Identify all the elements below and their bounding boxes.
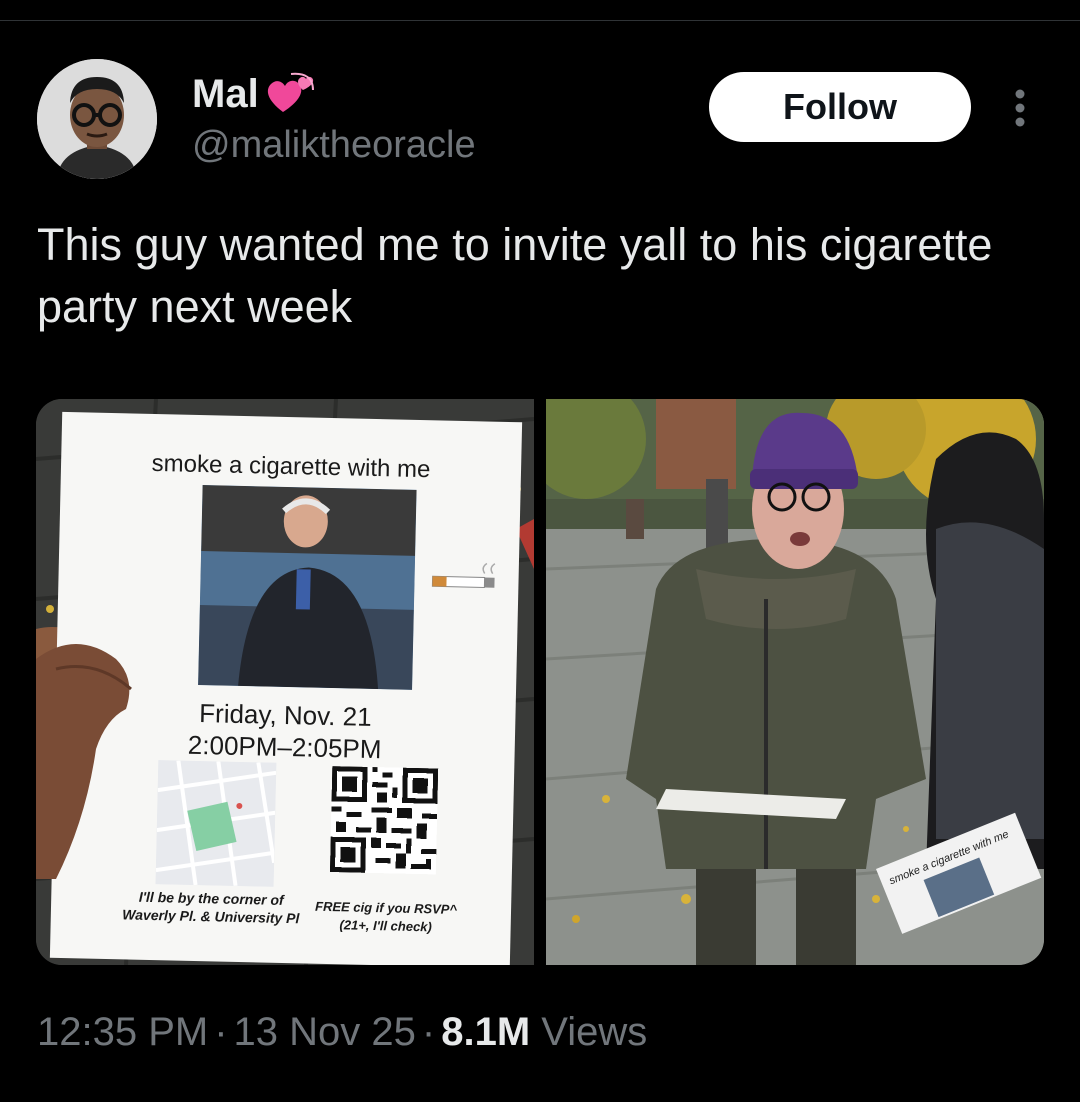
flyer-location: I'll be by the corner of Waverly Pl. & U… [111,887,312,928]
flyer-rsvp-line1: FREE cig if you RSVP^ [314,898,458,917]
tweet-date[interactable]: 13 Nov 25 [234,1010,416,1054]
author-avatar[interactable] [37,59,157,179]
media-photo-flyer[interactable]: smoke a cigarette with me Friday, Nov. 2… [36,399,534,965]
flyer-rsvp-line2: (21+, I'll check) [339,917,433,935]
more-options-icon[interactable] [1004,86,1036,130]
flyer-location-line2: Waverly Pl. & University Pl [122,906,300,927]
map-graphic [155,760,277,887]
author-name-row: Mal [192,66,317,122]
cigarette-icon [431,562,496,588]
tweet-metadata: 12:35 PM · 13 Nov 25 · 8.1M Views [37,1010,647,1055]
avatar-portrait [37,59,157,179]
holding-hand [36,644,132,879]
tweet-time[interactable]: 12:35 PM [37,1010,208,1054]
park-scene: smoke a cigarette with me [546,399,1044,965]
tweet-text: This guy wanted me to invite yall to his… [37,219,993,332]
tweet-media: smoke a cigarette with me Friday, Nov. 2… [36,399,1044,965]
meta-separator: · [214,1010,228,1054]
flyer-rsvp: FREE cig if you RSVP^ (21+, I'll check) [310,898,461,937]
views-count[interactable]: 8.1M [441,1010,530,1054]
qr-code [329,766,439,875]
views-label[interactable]: Views [541,1010,647,1054]
flyer-photo [198,485,417,690]
meta-separator: · [421,1010,436,1054]
revolving-hearts-icon [267,72,314,112]
author-handle[interactable]: @maliktheoracle [192,124,476,167]
author-display-name[interactable]: Mal [192,72,259,117]
top-divider [0,20,1080,21]
flyer-portrait [198,485,417,690]
flyer-title: smoke a cigarette with me [151,449,431,484]
media-photo-man[interactable]: smoke a cigarette with me [546,399,1044,965]
follow-button[interactable]: Follow [709,72,971,142]
flyer-map [155,760,277,887]
